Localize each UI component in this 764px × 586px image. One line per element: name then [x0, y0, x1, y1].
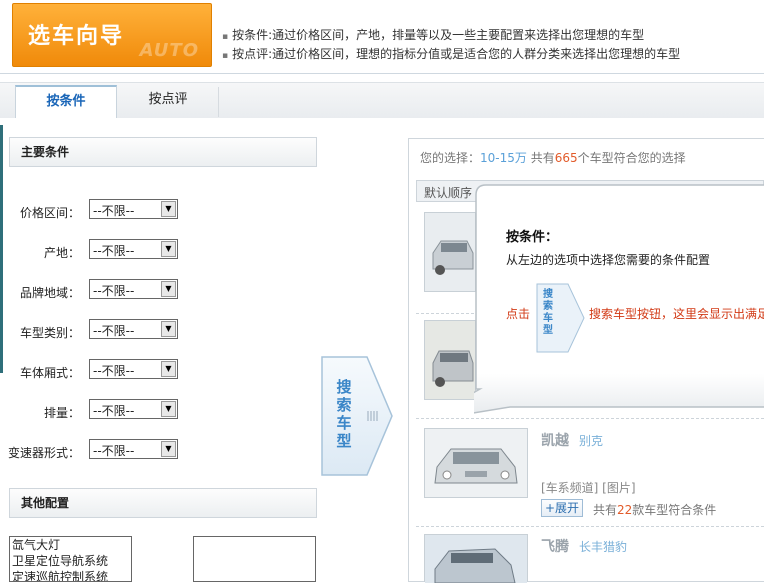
brand-region-select[interactable]: --不限-- ▼ [89, 279, 178, 299]
logo-watermark: AUTO [139, 40, 199, 61]
popup-click-label: 点击 [506, 307, 531, 321]
filter-label-brand-region: 品牌地域： [19, 286, 80, 300]
filter-label-displacement: 排量： [43, 406, 80, 420]
chevron-down-icon: ▼ [161, 201, 176, 217]
sort-label: 默认顺序 [424, 186, 473, 200]
site-logo: 选车向导 AUTO [12, 3, 212, 67]
selected-config-listbox[interactable] [193, 536, 316, 582]
search-cars-button[interactable]: 搜 索 车 型 [321, 356, 393, 476]
chevron-down-icon: ▼ [161, 361, 176, 377]
guide-popup [423, 183, 764, 422]
filter-label-price: 价格区间： [19, 206, 80, 220]
header-divider [0, 73, 764, 74]
car-thumbnail[interactable] [424, 320, 476, 400]
match-count: 共有22款车型符合条件 [593, 503, 717, 517]
row-divider [416, 526, 764, 527]
other-config-heading: 其他配置 [9, 488, 317, 518]
note-conditions: 按条件:通过价格区间，产地，排量等以及一些主要配置来选择出您理想的车型 [222, 27, 762, 46]
car-name-excelle[interactable]: 凯越 [541, 430, 569, 450]
popup-description: 从左边的选项中选择您需要的条件配置 [506, 253, 711, 267]
tab-divider [218, 87, 219, 117]
car-class-select[interactable]: --不限-- ▼ [89, 319, 178, 339]
main-conditions-heading: 主要条件 [9, 137, 317, 167]
displacement-select[interactable]: --不限-- ▼ [89, 399, 178, 419]
chevron-down-icon: ▼ [161, 321, 176, 337]
popup-bubble [423, 184, 764, 422]
popup-search-icon: 搜 索 车 型 [536, 283, 586, 353]
list-item[interactable]: 定速巡航控制系统 [12, 569, 131, 581]
price-range-select[interactable]: --不限-- ▼ [89, 199, 178, 219]
page-title: 选车向导 [28, 24, 125, 49]
popup-title: 按条件： [506, 230, 559, 245]
body-style-select[interactable]: --不限-- ▼ [89, 359, 178, 379]
chevron-down-icon: ▼ [161, 401, 176, 417]
list-item[interactable]: 氙气大灯 [12, 537, 131, 553]
car-image [425, 535, 527, 584]
car-image [425, 213, 475, 291]
filter-label-car-class: 车型类别： [19, 326, 80, 340]
chevron-down-icon: ▼ [161, 241, 176, 257]
car-name-feiteng[interactable]: 飞腾 [541, 536, 569, 556]
filter-label-transmission: 变速器形式： [7, 446, 80, 460]
car-links[interactable]: [车系频道] [图片] [541, 479, 636, 496]
transmission-select[interactable]: --不限-- ▼ [89, 439, 178, 459]
note-reviews: 按点评:通过价格区间，理想的指标分值或是适合您的人群分类来选择出您理想的车型 [222, 46, 762, 65]
chevron-down-icon: ▼ [161, 441, 176, 457]
list-item[interactable]: 卫星定位导航系统 [12, 553, 131, 569]
filter-label-origin: 产地： [43, 246, 80, 260]
tab-by-conditions[interactable]: 按条件 [15, 85, 117, 118]
car-thumbnail-excelle[interactable] [424, 428, 528, 498]
search-button-label: 搜 索 车 型 [336, 378, 352, 450]
origin-select[interactable]: --不限-- ▼ [89, 239, 178, 259]
filter-label-body-style: 车体厢式： [19, 366, 80, 380]
arrow-button-shape [321, 356, 393, 476]
popup-hint: 搜索车型按钮，这里会显示出满足 [589, 307, 764, 321]
car-thumbnail[interactable] [424, 212, 476, 292]
expand-button[interactable]: +展开 [541, 499, 584, 517]
car-thumbnail-feiteng[interactable] [424, 534, 528, 584]
intro-notes: 按条件:通过价格区间，产地，排量等以及一些主要配置来选择出您理想的车型 按点评:… [222, 27, 762, 65]
chevron-down-icon: ▼ [161, 281, 176, 297]
left-accent-stripe [0, 125, 3, 373]
car-image [425, 321, 475, 399]
config-options-listbox[interactable]: 氙气大灯 卫星定位导航系统 定速巡航控制系统 [9, 536, 132, 582]
car-image [425, 429, 527, 497]
selection-summary: 您的选择：10-15万 共有665个车型符合您的选择 [420, 151, 686, 165]
car-maker-changfeng[interactable]: 长丰猎豹 [579, 538, 627, 555]
tab-by-reviews[interactable]: 按点评 [118, 85, 218, 118]
car-maker-buick[interactable]: 别克 [579, 432, 603, 449]
